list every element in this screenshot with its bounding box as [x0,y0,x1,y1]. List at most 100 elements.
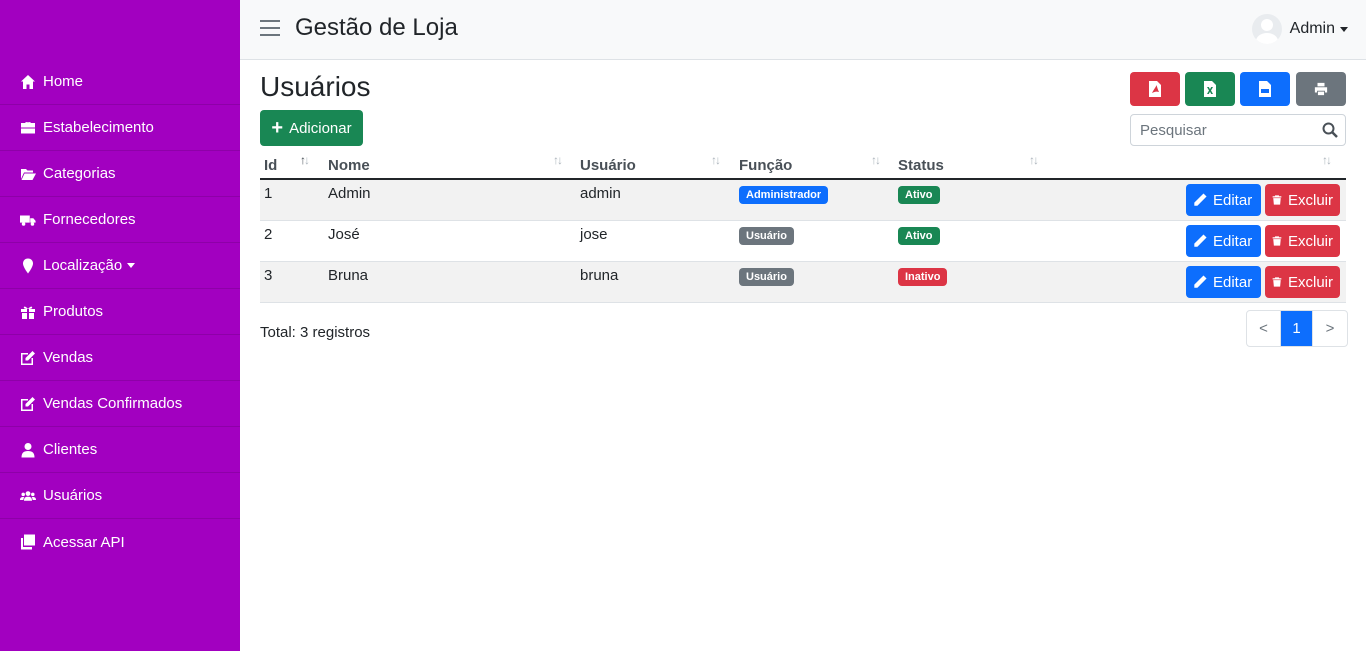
edit-icon [20,396,40,412]
delete-button[interactable]: Excluir [1265,266,1340,298]
next-page-button[interactable]: > [1313,311,1347,346]
sidebar-item-categorias[interactable]: Categorias [0,151,240,197]
pencil-icon [1194,234,1207,247]
cell-nome: José [328,226,360,243]
sort-icon[interactable]: ↑↓ [1029,153,1039,167]
user-menu[interactable]: Admin [1251,14,1348,44]
trash-icon [1272,277,1282,287]
delete-label: Excluir [1287,273,1333,291]
column-header-usuario[interactable]: Usuário [580,157,636,174]
role-badge: Usuário [739,227,794,245]
export-pdf-button[interactable] [1130,72,1180,106]
delete-label: Excluir [1287,232,1333,250]
sidebar-item-fornecedores[interactable]: Fornecedores [0,197,240,243]
user-icon [20,442,40,458]
sidebar: Home Estabelecimento Categorias Forneced… [0,0,240,651]
truck-icon [20,212,40,228]
export-csv-button[interactable] [1240,72,1290,106]
trash-icon [1272,236,1282,246]
print-icon [1314,82,1328,96]
sidebar-item-acessar-api[interactable]: Acessar API [0,519,240,565]
file-excel-icon [1204,81,1216,97]
status-badge: Ativo [898,186,940,204]
pagination: < 1 > [1246,310,1348,347]
briefcase-icon [20,120,40,136]
edit-button[interactable]: Editar [1186,225,1261,257]
file-pdf-icon [1149,81,1161,97]
sidebar-item-label: Vendas [43,349,94,366]
sort-icon[interactable]: ↑↓ [711,153,721,167]
edit-label: Editar [1213,232,1253,250]
column-header-id[interactable]: Id [264,157,277,174]
sidebar-item-label: Home [43,73,84,90]
menu-toggle-icon[interactable] [260,20,280,38]
role-badge: Usuário [739,268,794,286]
sort-icon[interactable]: ↑↓ [1322,153,1332,167]
sort-icon[interactable]: ↑↓ [300,153,310,167]
plus-icon: + [271,117,284,139]
page-title: Usuários [260,71,371,102]
sidebar-item-label: Acessar API [43,533,125,551]
prev-page-button[interactable]: < [1247,311,1281,346]
sidebar-item-label: Vendas Confirmados [43,395,183,412]
sidebar-item-estabelecimento[interactable]: Estabelecimento [0,105,240,151]
copy-icon [20,534,40,550]
topbar: Gestão de Loja Admin [240,0,1366,60]
status-badge: Inativo [898,268,948,286]
user-name: Admin [1289,20,1335,37]
add-label: Adicionar [289,119,352,137]
sort-icon[interactable]: ↑↓ [553,153,563,167]
delete-button[interactable]: Excluir [1265,184,1340,216]
sidebar-item-produtos[interactable]: Produtos [0,289,240,335]
cell-usuario: admin [580,185,621,202]
sidebar-item-usuarios[interactable]: Usuários [0,473,240,519]
sidebar-item-label: Clientes [43,441,98,458]
edit-label: Editar [1213,191,1253,209]
table-row: 2 José jose Usuário Ativo Editar Excluir [260,221,1346,262]
sidebar-item-label: Localização [43,257,123,274]
sidebar-item-label: Fornecedores [43,211,136,228]
sidebar-item-vendas-confirmados[interactable]: Vendas Confirmados [0,381,240,427]
search-icon[interactable] [1322,122,1338,138]
table-row: 3 Bruna bruna Usuário Inativo Editar Exc… [260,262,1346,303]
delete-label: Excluir [1287,191,1333,209]
gift-icon [20,304,40,320]
add-user-button[interactable]: + Adicionar [260,110,363,146]
export-excel-button[interactable] [1185,72,1235,106]
map-marker-icon [20,258,40,274]
search-input[interactable] [1131,115,1311,145]
column-header-nome[interactable]: Nome [328,157,370,174]
cell-usuario: bruna [580,267,619,284]
sidebar-item-home[interactable]: Home [0,59,240,105]
sort-icon[interactable]: ↑↓ [871,153,881,167]
edit-button[interactable]: Editar [1186,184,1261,216]
cell-nome: Admin [328,185,371,202]
users-icon [20,488,40,504]
sidebar-item-vendas[interactable]: Vendas [0,335,240,381]
sidebar-item-clientes[interactable]: Clientes [0,427,240,473]
column-header-funcao[interactable]: Função [739,157,792,174]
pencil-icon [1194,275,1207,288]
edit-icon [20,350,40,366]
sidebar-item-localizacao[interactable]: Localização [0,243,240,289]
chevron-down-icon [1340,26,1348,32]
search-box [1130,114,1346,146]
edit-label: Editar [1213,273,1253,291]
sidebar-item-label: Usuários [43,487,103,504]
page-button[interactable]: 1 [1281,311,1313,346]
edit-button[interactable]: Editar [1186,266,1261,298]
cell-id: 1 [264,185,273,202]
print-button[interactable] [1296,72,1346,106]
avatar [1251,14,1282,44]
column-header-status[interactable]: Status [898,157,944,174]
delete-button[interactable]: Excluir [1265,225,1340,257]
file-csv-icon [1259,81,1271,97]
role-badge: Administrador [739,186,829,204]
pencil-icon [1194,193,1207,206]
cell-usuario: jose [580,226,608,243]
folder-open-icon [20,166,40,182]
status-badge: Ativo [898,227,940,245]
sidebar-item-label: Categorias [43,165,116,182]
app-title: Gestão de Loja [295,14,458,41]
chevron-down-icon [127,263,136,268]
